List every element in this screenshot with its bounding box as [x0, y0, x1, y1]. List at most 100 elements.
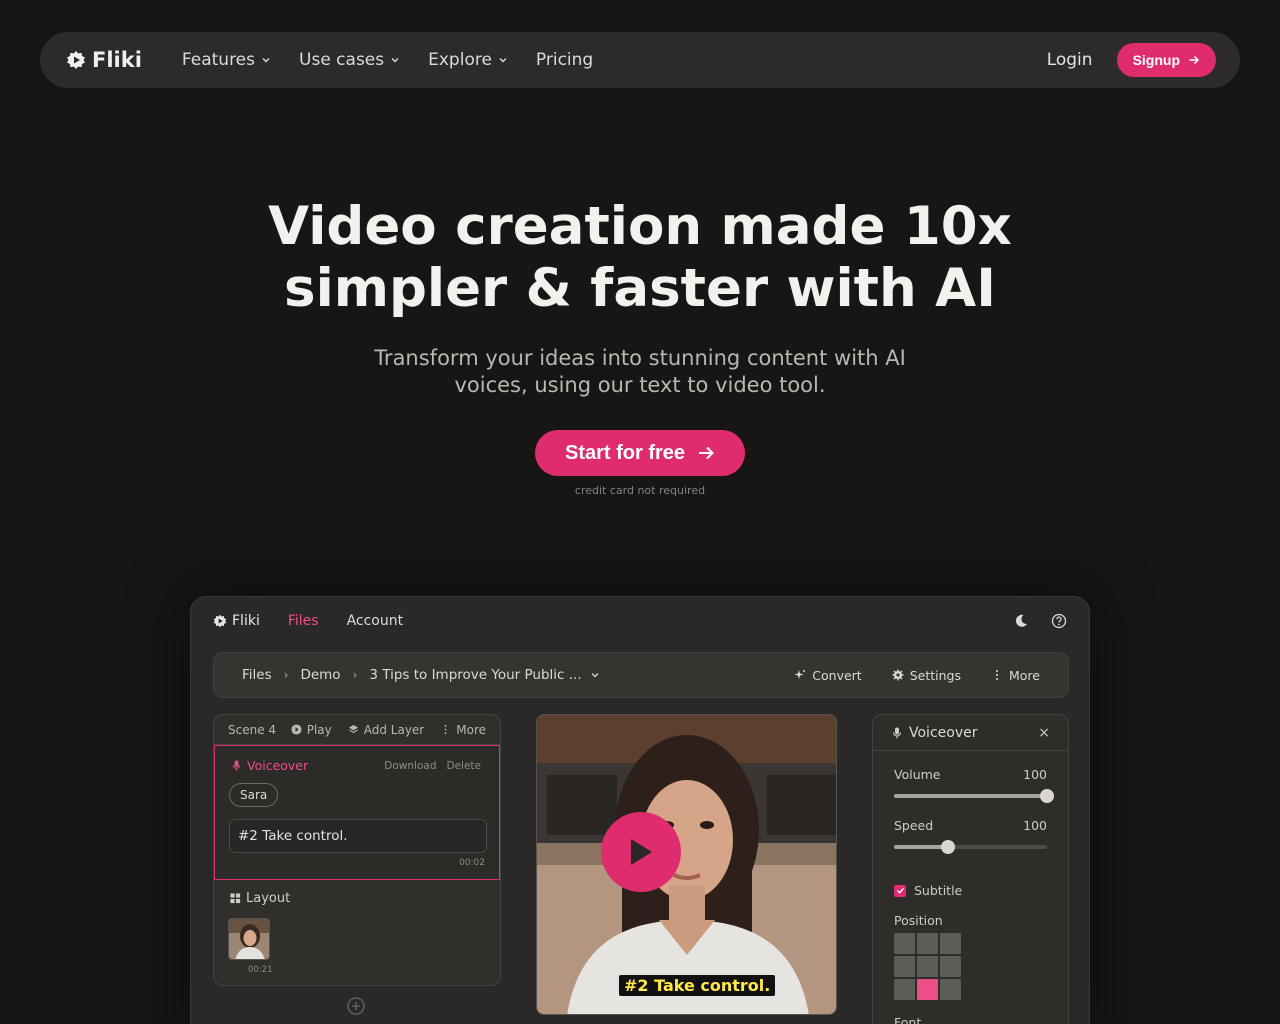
person-thumbnail-image — [229, 919, 269, 959]
position-cell[interactable] — [917, 979, 938, 1000]
nav-pricing[interactable]: Pricing — [536, 50, 593, 70]
voiceover-block[interactable]: Voiceover Download Delete Sara #2 Take c… — [214, 745, 500, 880]
nav-explore-label: Explore — [428, 50, 492, 70]
cta-label: Start for free — [564, 441, 686, 464]
signup-button[interactable]: Signup — [1116, 43, 1216, 77]
hero-subtitle-line-2: voices, using our text to video tool. — [454, 373, 826, 397]
help-icon[interactable] — [1051, 613, 1067, 629]
chevron-down-icon — [391, 58, 399, 63]
arrow-right-icon — [1189, 55, 1200, 65]
nav-use-cases[interactable]: Use cases — [299, 50, 400, 70]
tab-account[interactable]: Account — [347, 613, 404, 629]
position-label: Position — [894, 913, 943, 928]
layers-icon — [348, 724, 358, 734]
tab-files[interactable]: Files — [288, 613, 319, 629]
play-button[interactable] — [601, 812, 681, 892]
more-button[interactable]: More — [991, 668, 1040, 683]
voiceover-settings-panel: Voiceover × Volume 100 Speed 100 Subtitl… — [872, 714, 1069, 1024]
volume-slider-handle[interactable] — [1040, 789, 1054, 803]
scene-more-button[interactable]: More — [440, 723, 486, 737]
app-header-actions — [1013, 613, 1067, 629]
volume-value: 100 — [1023, 767, 1047, 782]
download-link[interactable]: Download — [384, 760, 436, 772]
voiceover-text-input[interactable]: #2 Take control. — [229, 819, 487, 853]
position-cell[interactable] — [940, 933, 961, 954]
cta-note: credit card not required — [574, 484, 706, 497]
video-caption: #2 Take control. — [619, 975, 776, 996]
subtitle-toggle[interactable]: Subtitle — [894, 883, 962, 898]
add-layer-button[interactable]: Add Layer — [348, 722, 425, 737]
settings-label: Settings — [909, 667, 961, 683]
sparkle-icon — [794, 670, 806, 679]
more-vertical-icon — [444, 724, 447, 735]
app-brand-name: Fliki — [232, 613, 260, 629]
check-icon — [896, 887, 904, 894]
speed-slider[interactable] — [894, 840, 1047, 854]
scene-title: Scene 4 — [228, 722, 277, 737]
app-preview: Fliki Files Account Files › Demo › 3 Tip… — [190, 596, 1090, 1024]
position-cell[interactable] — [917, 956, 938, 977]
voiceover-title: Voiceover — [231, 758, 308, 773]
more-label: More — [1009, 667, 1040, 683]
breadcrumb-file[interactable]: 3 Tips to Improve Your Public ... — [369, 667, 581, 683]
start-for-free-button[interactable]: Start for free — [535, 430, 745, 476]
app-brand[interactable]: Fliki — [213, 613, 260, 629]
nav-features-label: Features — [181, 50, 256, 70]
position-cell[interactable] — [940, 979, 961, 1000]
convert-button[interactable]: Convert — [794, 667, 862, 683]
voiceover-links: Download Delete — [384, 760, 481, 772]
gear-icon — [892, 669, 904, 681]
hero-subtitle: Transform your ideas into stunning conte… — [0, 345, 1280, 399]
breadcrumb-files[interactable]: Files — [242, 667, 272, 683]
nav-explore[interactable]: Explore — [428, 50, 508, 70]
voiceover-panel-title: Voiceover — [909, 724, 978, 741]
speed-slider-handle[interactable] — [940, 840, 955, 854]
nav-features[interactable]: Features — [182, 50, 271, 70]
moon-icon[interactable] — [1013, 613, 1029, 629]
position-cell[interactable] — [894, 979, 915, 1000]
breadcrumb-demo[interactable]: Demo — [300, 667, 340, 683]
position-cell[interactable] — [894, 956, 915, 977]
position-cell[interactable] — [894, 933, 915, 954]
volume-label: Volume — [894, 767, 941, 782]
hero-title-line-1: Video creation made 10x — [268, 196, 1012, 257]
nav-pricing-label: Pricing — [535, 50, 594, 70]
layout-thumbnail[interactable] — [228, 918, 270, 960]
delete-link[interactable]: Delete — [447, 760, 482, 772]
chevron-right-icon: › — [283, 668, 289, 682]
breadcrumb-actions: Convert Settings More — [794, 668, 1040, 683]
hero-subtitle-line-1: Transform your ideas into stunning conte… — [374, 346, 906, 370]
layout-label: Layout — [246, 891, 291, 906]
settings-button[interactable]: Settings — [892, 668, 961, 683]
signup-label: Signup — [1132, 52, 1180, 68]
position-cell[interactable] — [940, 956, 961, 977]
grid-icon — [230, 893, 241, 904]
scene-actions: Play Add Layer More — [291, 723, 486, 737]
microphone-icon — [892, 727, 902, 738]
speed-slider-fill — [894, 845, 948, 849]
position-cell[interactable] — [917, 933, 938, 954]
close-icon[interactable]: × — [1038, 725, 1050, 741]
add-layer-label: Add Layer — [363, 722, 425, 737]
layout-title: Layout — [230, 891, 290, 906]
nav-links: Features Use cases Explore Pricing — [182, 50, 621, 70]
video-preview[interactable]: #2 Take control. — [536, 714, 837, 1015]
speed-label: Speed — [894, 818, 934, 833]
brand-logo[interactable]: Fliki — [66, 48, 142, 72]
play-scene-button[interactable]: Play — [291, 723, 332, 737]
layout-duration: 00:21 — [248, 965, 273, 975]
position-grid — [894, 933, 961, 1000]
voice-selector[interactable]: Sara — [229, 783, 279, 807]
subtitle-checkbox[interactable] — [894, 884, 906, 897]
play-circle-icon — [291, 724, 302, 735]
voiceover-panel-header: Voiceover × — [873, 715, 1068, 751]
volume-slider[interactable] — [894, 789, 1054, 803]
breadcrumb-bar: Files › Demo › 3 Tips to Improve Your Pu… — [213, 652, 1069, 698]
add-scene-icon[interactable] — [347, 997, 365, 1015]
login-link[interactable]: Login — [1047, 50, 1093, 70]
top-nav: Fliki Features Use cases Explore Pricing… — [40, 32, 1240, 88]
chevron-down-icon[interactable] — [590, 670, 600, 680]
subtitle-label: Subtitle — [914, 883, 963, 898]
scene-more-label: More — [456, 722, 486, 737]
convert-label: Convert — [812, 667, 862, 683]
